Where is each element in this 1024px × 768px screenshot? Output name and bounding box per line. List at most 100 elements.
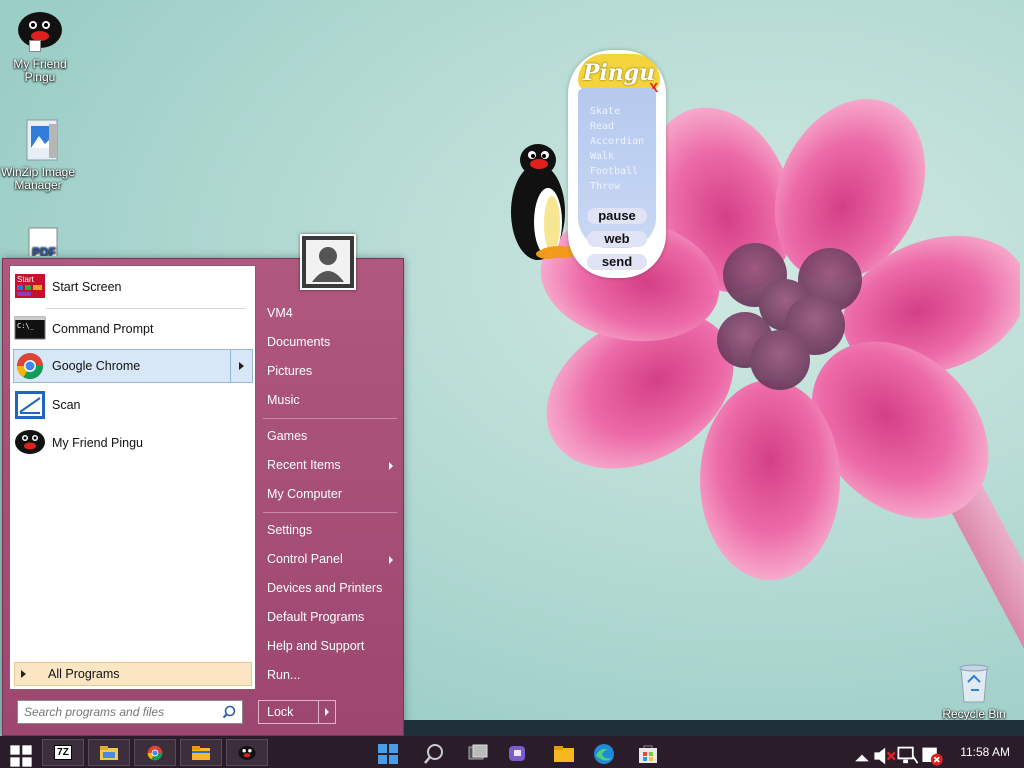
program-label: Scan (52, 398, 81, 412)
action-center-error-icon[interactable] (920, 744, 944, 768)
start-menu-right-pane: VM4 Documents Pictures Music Games Recen… (259, 299, 401, 690)
recent-items-link[interactable]: Recent Items (259, 451, 401, 480)
start-screen-icon: Start (14, 272, 46, 302)
chrome-icon (147, 745, 163, 760)
pingu-icon (17, 10, 63, 56)
run-link[interactable]: Run... (259, 661, 401, 690)
pingu-action-skate[interactable]: Skate (590, 104, 656, 119)
7zip-icon: 7Z (54, 745, 72, 760)
chevron-right-icon (239, 362, 244, 370)
taskbar-button-chrome[interactable] (134, 739, 176, 766)
pingu-web-button[interactable]: web (587, 231, 647, 247)
pingu-control-panel: Pingu X Skate Read Accordian Walk Footba… (568, 50, 666, 278)
chrome-icon (14, 351, 46, 381)
taskbar-button-7zip[interactable]: 7Z (42, 739, 84, 766)
program-google-chrome[interactable]: Google Chrome (13, 349, 253, 383)
control-panel-link[interactable]: Control Panel (259, 545, 401, 574)
scan-icon (14, 390, 46, 420)
program-label: My Friend Pingu (52, 436, 144, 450)
separator (46, 308, 246, 309)
svg-text:PDF: PDF (32, 245, 56, 256)
start-button-windows-icon[interactable] (9, 744, 33, 768)
settings-link[interactable]: Settings (259, 516, 401, 545)
pingu-action-walk[interactable]: Walk (590, 149, 656, 164)
pdf-icon: PDF (17, 226, 63, 256)
pingu-action-list: Skate Read Accordian Walk Football Throw (578, 88, 656, 248)
chevron-right-icon (325, 708, 329, 716)
program-my-friend-pingu[interactable]: My Friend Pingu (14, 426, 252, 460)
windows11-start-icon[interactable] (376, 742, 400, 766)
svg-text:Start: Start (17, 275, 35, 284)
program-scan[interactable]: Scan (14, 388, 252, 422)
svg-text:C:\_: C:\_ (17, 322, 35, 330)
desktop-icon-label: WinZip Image Manager (0, 165, 76, 192)
show-hidden-icons-chevron-up-icon[interactable] (850, 746, 874, 768)
edge-icon[interactable] (592, 742, 616, 766)
pingu-action-football[interactable]: Football (590, 164, 656, 179)
search-input[interactable] (24, 705, 214, 719)
pingu-pause-button[interactable]: pause (587, 208, 647, 224)
pingu-logo: Pingu (578, 54, 660, 92)
all-programs-label: All Programs (48, 667, 120, 681)
chevron-right-icon (21, 670, 26, 678)
search-icon[interactable] (422, 742, 446, 766)
separator (263, 512, 397, 513)
pingu-action-throw[interactable]: Throw (590, 179, 656, 194)
pingu-send-button[interactable]: send (587, 254, 647, 270)
winzip-image-icon (15, 118, 61, 164)
search-icon[interactable] (222, 705, 236, 719)
start-menu: Start Start Screen C:\_ Command Prompt G… (2, 258, 404, 736)
taskbar-clock[interactable]: 11:58 AM (960, 745, 1010, 759)
pingu-action-read[interactable]: Read (590, 119, 656, 134)
folder-icon (192, 745, 210, 760)
desktop-icon-pingu[interactable]: My Friend Pingu (2, 10, 78, 84)
program-command-prompt[interactable]: C:\_ Command Prompt (14, 312, 252, 346)
my-computer-link[interactable]: My Computer (259, 480, 401, 509)
volume-muted-icon[interactable] (872, 744, 896, 768)
lock-label: Lock (259, 701, 319, 723)
default-programs-link[interactable]: Default Programs (259, 603, 401, 632)
pingu-icon (238, 745, 256, 760)
chat-icon[interactable] (506, 742, 530, 766)
desktop-icon-recycle-bin[interactable]: Recycle Bin (936, 660, 1012, 720)
pingu-action-accordian[interactable]: Accordian (590, 134, 656, 149)
network-icon[interactable] (896, 744, 920, 768)
games-link[interactable]: Games (259, 422, 401, 451)
desktop-icon-pdf[interactable]: PDF (2, 226, 78, 256)
pictures-link[interactable]: Pictures (259, 357, 401, 386)
lock-button[interactable]: Lock (258, 700, 336, 724)
pingu-icon (14, 428, 46, 458)
pinned-programs-pane: Start Start Screen C:\_ Command Prompt G… (9, 265, 256, 690)
documents-link[interactable]: Documents (259, 328, 401, 357)
desktop-icon-label: Recycle Bin (942, 707, 1006, 721)
shortcut-arrow-icon (29, 40, 41, 52)
separator (263, 418, 397, 419)
user-avatar[interactable] (300, 234, 356, 290)
store-icon[interactable] (636, 742, 660, 766)
jump-list-arrow[interactable] (230, 350, 252, 382)
program-label: Start Screen (52, 280, 122, 294)
taskbar-button-pingu[interactable] (226, 739, 268, 766)
search-box[interactable] (17, 700, 243, 724)
program-label: Command Prompt (52, 322, 154, 336)
desktop-icon-winzip[interactable]: WinZip Image Manager (0, 118, 76, 192)
file-explorer-icon (100, 745, 118, 760)
all-programs-button[interactable]: All Programs (14, 662, 252, 686)
chevron-right-icon (389, 462, 393, 470)
desktop-icon-label: My Friend Pingu (13, 57, 67, 84)
devices-printers-link[interactable]: Devices and Printers (259, 574, 401, 603)
user-folder-link[interactable]: VM4 (259, 299, 401, 328)
music-link[interactable]: Music (259, 386, 401, 415)
chevron-right-icon (389, 556, 393, 564)
taskbar-button-folder[interactable] (180, 739, 222, 766)
lock-options-button[interactable] (319, 701, 335, 723)
file-explorer-icon[interactable] (552, 742, 576, 766)
taskbar-button-explorer[interactable] (88, 739, 130, 766)
help-support-link[interactable]: Help and Support (259, 632, 401, 661)
recent-items-label: Recent Items (267, 458, 341, 472)
program-start-screen[interactable]: Start Start Screen (14, 270, 252, 304)
program-label: Google Chrome (52, 359, 141, 373)
task-view-icon[interactable] (466, 742, 490, 766)
taskbar-shadow-strip (404, 720, 1024, 736)
control-panel-label: Control Panel (267, 552, 343, 566)
